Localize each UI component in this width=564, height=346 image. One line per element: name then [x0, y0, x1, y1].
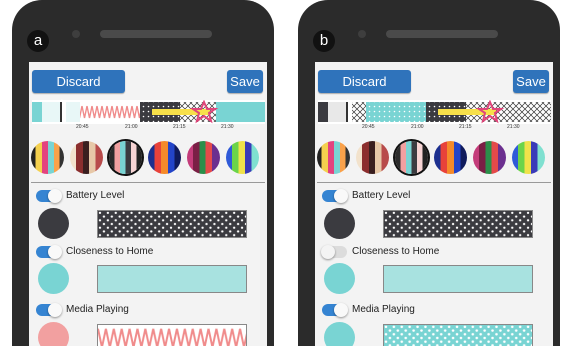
- closeness-to-home-toggle[interactable]: [321, 245, 347, 259]
- palette-swatch[interactable]: [356, 141, 389, 174]
- divider: [317, 182, 551, 183]
- phone-screen-a: Discard changes Save 20:45 21:00 21:15 2…: [29, 62, 267, 346]
- toggle-knob: [48, 245, 62, 259]
- palette-swatch[interactable]: [226, 141, 259, 174]
- toggle-knob: [48, 303, 62, 317]
- palette-swatch-selected[interactable]: [109, 141, 142, 174]
- toggle-knob: [334, 303, 348, 317]
- tick-label: 21:30: [507, 124, 520, 130]
- media-playing-color-circle[interactable]: [38, 322, 69, 346]
- media-playing-pattern-preview[interactable]: [97, 324, 247, 346]
- toggle-knob: [48, 189, 62, 203]
- activity-timeline[interactable]: [318, 100, 551, 124]
- palette-swatch[interactable]: [70, 141, 103, 174]
- battery-level-label: Battery Level: [352, 190, 411, 201]
- media-playing-label: Media Playing: [352, 304, 415, 315]
- tick-label: 21:30: [221, 124, 234, 130]
- palette-swatch[interactable]: [512, 141, 545, 174]
- discard-changes-button[interactable]: Discard changes: [32, 70, 125, 112]
- timeline-ticks: 20:45 21:00 21:15 21:30: [29, 124, 267, 132]
- palette-swatch[interactable]: [317, 141, 350, 174]
- speaker-grille: [386, 30, 498, 38]
- tick-label: 21:00: [125, 124, 138, 130]
- closeness-to-home-color-circle[interactable]: [324, 263, 355, 294]
- media-playing-toggle[interactable]: [322, 303, 348, 317]
- closeness-to-home-toggle[interactable]: [36, 245, 62, 259]
- palette-swatches: [317, 141, 553, 176]
- speaker-grille: [100, 30, 212, 38]
- tick-label: 21:15: [173, 124, 186, 130]
- phone-frame-b: Discard changes Save 20:45 21:00 21:15 2…: [298, 0, 560, 346]
- closeness-to-home-label: Closeness to Home: [66, 246, 154, 257]
- camera-dot: [72, 30, 80, 38]
- timeline-ticks: 20:45 21:00 21:15 21:30: [315, 124, 553, 132]
- battery-level-color-circle[interactable]: [38, 208, 69, 239]
- toggle-knob: [321, 245, 335, 259]
- phone-frame-a: Discard changes Save 20:45 21:00 21:15 2…: [12, 0, 274, 346]
- closeness-to-home-pattern-preview[interactable]: [97, 265, 247, 293]
- tick-label: 21:15: [459, 124, 472, 130]
- media-playing-pattern-preview[interactable]: [383, 324, 533, 346]
- battery-level-pattern-preview[interactable]: [97, 210, 247, 238]
- palette-swatch-selected[interactable]: [395, 141, 428, 174]
- battery-level-label: Battery Level: [66, 190, 125, 201]
- save-button[interactable]: Save: [513, 70, 549, 93]
- battery-level-toggle[interactable]: [36, 189, 62, 203]
- media-playing-toggle[interactable]: [36, 303, 62, 317]
- tick-label: 21:00: [411, 124, 424, 130]
- divider: [31, 182, 265, 183]
- closeness-to-home-pattern-preview[interactable]: [383, 265, 533, 293]
- panel-label-b: b: [313, 30, 335, 52]
- palette-swatch[interactable]: [31, 141, 64, 174]
- toggle-knob: [334, 189, 348, 203]
- palette-swatches: [31, 141, 267, 176]
- phone-screen-b: Discard changes Save 20:45 21:00 21:15 2…: [315, 62, 553, 346]
- discard-changes-button[interactable]: Discard changes: [318, 70, 411, 112]
- battery-level-toggle[interactable]: [322, 189, 348, 203]
- closeness-to-home-label: Closeness to Home: [352, 246, 440, 257]
- palette-swatch[interactable]: [187, 141, 220, 174]
- activity-timeline[interactable]: [32, 100, 265, 124]
- panel-label-a: a: [27, 30, 49, 52]
- tick-label: 20:45: [362, 124, 375, 130]
- palette-swatch[interactable]: [148, 141, 181, 174]
- battery-level-pattern-preview[interactable]: [383, 210, 533, 238]
- media-playing-color-circle[interactable]: [324, 322, 355, 346]
- palette-swatch[interactable]: [434, 141, 467, 174]
- camera-dot: [358, 30, 366, 38]
- battery-level-color-circle[interactable]: [324, 208, 355, 239]
- palette-swatch[interactable]: [473, 141, 506, 174]
- closeness-to-home-color-circle[interactable]: [38, 263, 69, 294]
- media-playing-label: Media Playing: [66, 304, 129, 315]
- save-button[interactable]: Save: [227, 70, 263, 93]
- tick-label: 20:45: [76, 124, 89, 130]
